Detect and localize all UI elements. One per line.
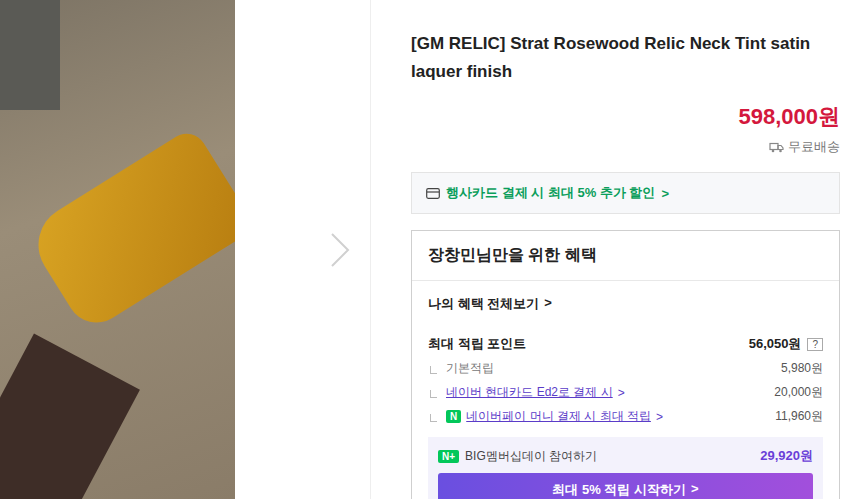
- npay-badge: N: [446, 410, 461, 423]
- view-all-link[interactable]: 나의 혜택 전체보기>: [428, 295, 823, 313]
- product-photo: [0, 0, 235, 499]
- points-row: 기본적립 5,980원: [428, 360, 823, 377]
- points-value: 5,980원: [781, 360, 823, 377]
- product-info: [GM RELIC] Strat Rosewood Relic Neck Tin…: [371, 0, 850, 499]
- max-points: 최대 적립 포인트56,050원 ?: [428, 335, 823, 353]
- points-label[interactable]: 네이버 현대카드 Ed2로 결제 시: [446, 384, 613, 401]
- help-button[interactable]: ?: [807, 338, 823, 351]
- points-label: 기본적립: [446, 360, 494, 377]
- nplus-badge: N+: [438, 450, 459, 463]
- start-points-button[interactable]: 최대 5% 적립 시작하기>: [438, 473, 813, 499]
- membership-value: 29,920원: [760, 447, 813, 465]
- product-title: [GM RELIC] Strat Rosewood Relic Neck Tin…: [411, 30, 840, 86]
- points-value: 11,960원: [775, 408, 823, 425]
- benefits-box: 장창민님만을 위한 혜택나의 혜택 전체보기> 최대 적립 포인트56,050원 …: [411, 230, 840, 499]
- shipping: 무료배송: [411, 138, 840, 156]
- truck-icon: [769, 142, 784, 153]
- points-label[interactable]: 네이버페이 머니 결제 시 최대 적립: [466, 408, 651, 425]
- product-page: [GM RELIC] Strat Rosewood Relic Neck Tin…: [0, 0, 850, 499]
- tree-mark-icon: [430, 414, 437, 422]
- points-value: 20,000원: [774, 384, 823, 401]
- points-row: 네이버 현대카드 Ed2로 결제 시>20,000원: [428, 384, 823, 401]
- membership-label[interactable]: BIG멤버십데이 참여하기: [465, 448, 597, 465]
- price: 598,000원: [411, 102, 840, 132]
- points-row: N네이버페이 머니 결제 시 최대 적립>11,960원: [428, 408, 823, 425]
- tree-mark-icon: [430, 390, 437, 398]
- card-promo[interactable]: 행사카드 결제 시 최대 5% 추가 할인>: [411, 172, 840, 214]
- tree-mark-icon: [430, 366, 437, 374]
- benefits-title: 장창민님만을 위한 혜택: [412, 231, 839, 281]
- card-icon: [426, 188, 440, 199]
- chevron-right-icon[interactable]: [328, 232, 352, 268]
- gallery-nav: [235, 0, 371, 499]
- membership-box: N+ BIG멤버십데이 참여하기 29,920원최대 5% 적립 시작하기>: [428, 437, 823, 499]
